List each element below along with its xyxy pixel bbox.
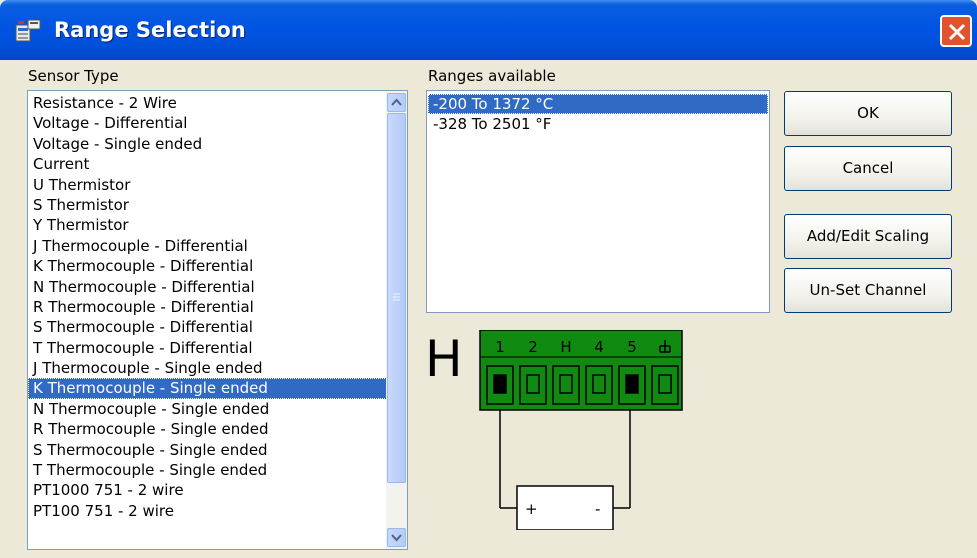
ranges-listbox[interactable]: -200 To 1372 °C -328 To 2501 °F bbox=[426, 90, 770, 313]
sensor-type-item[interactable]: J Thermocouple - Single ended bbox=[28, 358, 387, 378]
sensor-type-item[interactable]: Current bbox=[28, 154, 387, 174]
chevron-down-icon bbox=[391, 534, 402, 542]
sensor-type-scrollbar[interactable] bbox=[386, 91, 407, 549]
window-title: Range Selection bbox=[54, 18, 246, 42]
scroll-up-button[interactable] bbox=[387, 93, 406, 112]
sensor-type-item[interactable]: K Thermocouple - Single ended bbox=[28, 378, 387, 399]
pin-label: H bbox=[560, 338, 571, 356]
grip-icon bbox=[393, 293, 400, 301]
sensor-device: + - bbox=[516, 485, 614, 530]
pin-label: 1 bbox=[495, 338, 505, 356]
connector-diagram: H 1 2 H 4 5 + - bbox=[425, 330, 683, 530]
sensor-type-item[interactable]: PT1000 751 - 2 wire bbox=[28, 480, 387, 500]
unset-channel-button[interactable]: Un-Set Channel bbox=[784, 268, 952, 313]
sensor-type-item[interactable]: Y Thermistor bbox=[28, 215, 387, 235]
terminal-screw-active bbox=[625, 374, 639, 394]
device-minus-label: - bbox=[595, 500, 600, 518]
add-edit-scaling-button[interactable]: Add/Edit Scaling bbox=[784, 214, 952, 259]
range-item[interactable]: -328 To 2501 °F bbox=[428, 114, 768, 134]
sensor-type-label: Sensor Type bbox=[28, 67, 119, 85]
app-icon bbox=[14, 19, 42, 43]
cancel-button[interactable]: Cancel bbox=[784, 146, 952, 191]
ok-button[interactable]: OK bbox=[784, 91, 952, 136]
sensor-type-item[interactable]: R Thermocouple - Single ended bbox=[28, 419, 387, 439]
sensor-type-item[interactable]: J Thermocouple - Differential bbox=[28, 236, 387, 256]
sensor-type-item[interactable]: K Thermocouple - Differential bbox=[28, 256, 387, 276]
channel-letter: H bbox=[425, 330, 463, 388]
pin-label: 5 bbox=[627, 338, 637, 356]
sensor-type-item[interactable]: Voltage - Differential bbox=[28, 113, 387, 133]
sensor-type-item[interactable]: PT100 751 - 2 wire bbox=[28, 501, 387, 521]
chevron-up-icon bbox=[391, 98, 402, 106]
range-selection-dialog: Range Selection Sensor Type Resistance -… bbox=[0, 0, 977, 558]
sensor-type-item[interactable]: T Thermocouple - Differential bbox=[28, 338, 387, 358]
scroll-down-button[interactable] bbox=[387, 528, 406, 547]
sensor-type-item[interactable]: S Thermocouple - Single ended bbox=[28, 440, 387, 460]
close-button[interactable] bbox=[940, 15, 972, 47]
sensor-type-item[interactable]: U Thermistor bbox=[28, 175, 387, 195]
ranges-available-label: Ranges available bbox=[428, 67, 556, 85]
sensor-type-item[interactable]: S Thermocouple - Differential bbox=[28, 317, 387, 337]
close-icon bbox=[948, 23, 966, 41]
device-plus-label: + bbox=[525, 500, 538, 518]
pin-label: 4 bbox=[594, 338, 604, 356]
sensor-type-item[interactable]: S Thermistor bbox=[28, 195, 387, 215]
sensor-type-item[interactable]: T Thermocouple - Single ended bbox=[28, 460, 387, 480]
range-item[interactable]: -200 To 1372 °C bbox=[428, 94, 768, 115]
pin-label: 2 bbox=[528, 338, 538, 356]
title-bar: Range Selection bbox=[0, 0, 977, 60]
sensor-type-item[interactable]: Resistance - 2 Wire bbox=[28, 93, 387, 113]
terminal-screw-active bbox=[493, 374, 507, 394]
sensor-type-item[interactable]: R Thermocouple - Differential bbox=[28, 297, 387, 317]
scroll-thumb[interactable] bbox=[387, 113, 406, 483]
sensor-type-item[interactable]: Voltage - Single ended bbox=[28, 134, 387, 154]
terminal-block: 1 2 H 4 5 bbox=[479, 330, 683, 411]
sensor-type-item[interactable]: N Thermocouple - Differential bbox=[28, 277, 387, 297]
sensor-type-item[interactable]: N Thermocouple - Single ended bbox=[28, 399, 387, 419]
sensor-type-listbox[interactable]: Resistance - 2 Wire Voltage - Differentia… bbox=[27, 90, 408, 550]
